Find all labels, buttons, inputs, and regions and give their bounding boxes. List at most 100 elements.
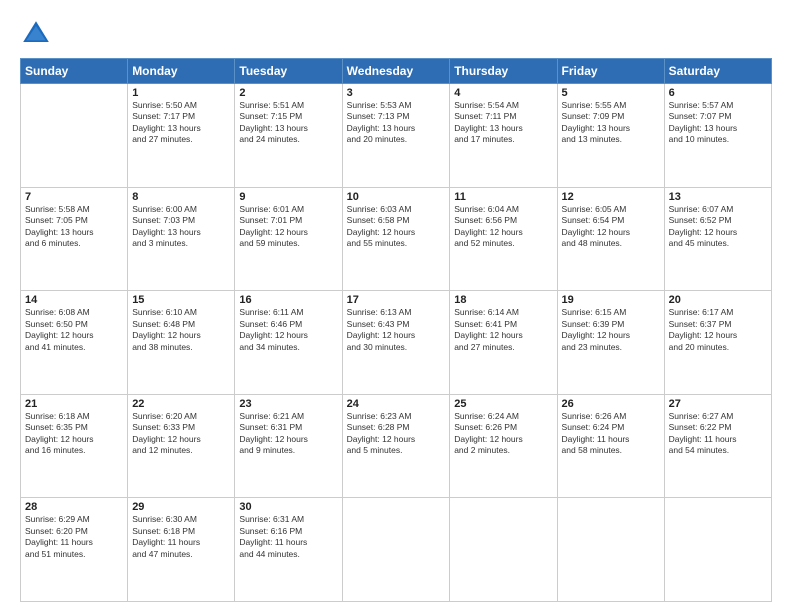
day-number: 7 (25, 191, 123, 203)
day-cell: 2Sunrise: 5:51 AMSunset: 7:15 PMDaylight… (235, 84, 342, 188)
day-number: 29 (132, 501, 230, 513)
day-info: Sunrise: 5:51 AMSunset: 7:15 PMDaylight:… (239, 100, 337, 146)
day-number: 9 (239, 191, 337, 203)
day-info: Sunrise: 6:26 AMSunset: 6:24 PMDaylight:… (562, 411, 660, 457)
day-number: 30 (239, 501, 337, 513)
day-number: 5 (562, 87, 660, 99)
week-row-4: 21Sunrise: 6:18 AMSunset: 6:35 PMDayligh… (21, 394, 772, 498)
day-info: Sunrise: 6:31 AMSunset: 6:16 PMDaylight:… (239, 514, 337, 560)
day-cell: 17Sunrise: 6:13 AMSunset: 6:43 PMDayligh… (342, 291, 450, 395)
page: SundayMondayTuesdayWednesdayThursdayFrid… (0, 0, 792, 612)
header-row: SundayMondayTuesdayWednesdayThursdayFrid… (21, 59, 772, 84)
day-info: Sunrise: 6:20 AMSunset: 6:33 PMDaylight:… (132, 411, 230, 457)
day-number: 27 (669, 398, 767, 410)
day-cell: 5Sunrise: 5:55 AMSunset: 7:09 PMDaylight… (557, 84, 664, 188)
header-cell-friday: Friday (557, 59, 664, 84)
day-cell: 6Sunrise: 5:57 AMSunset: 7:07 PMDaylight… (664, 84, 771, 188)
day-info: Sunrise: 6:21 AMSunset: 6:31 PMDaylight:… (239, 411, 337, 457)
day-number: 26 (562, 398, 660, 410)
day-info: Sunrise: 6:14 AMSunset: 6:41 PMDaylight:… (454, 307, 552, 353)
day-cell: 30Sunrise: 6:31 AMSunset: 6:16 PMDayligh… (235, 498, 342, 602)
calendar-body: 1Sunrise: 5:50 AMSunset: 7:17 PMDaylight… (21, 84, 772, 602)
day-cell: 14Sunrise: 6:08 AMSunset: 6:50 PMDayligh… (21, 291, 128, 395)
day-info: Sunrise: 6:29 AMSunset: 6:20 PMDaylight:… (25, 514, 123, 560)
day-number: 1 (132, 87, 230, 99)
day-cell: 10Sunrise: 6:03 AMSunset: 6:58 PMDayligh… (342, 187, 450, 291)
day-info: Sunrise: 6:30 AMSunset: 6:18 PMDaylight:… (132, 514, 230, 560)
week-row-1: 1Sunrise: 5:50 AMSunset: 7:17 PMDaylight… (21, 84, 772, 188)
day-cell (557, 498, 664, 602)
header-cell-monday: Monday (128, 59, 235, 84)
calendar-header: SundayMondayTuesdayWednesdayThursdayFrid… (21, 59, 772, 84)
header (20, 18, 772, 50)
day-number: 23 (239, 398, 337, 410)
day-number: 16 (239, 294, 337, 306)
header-cell-sunday: Sunday (21, 59, 128, 84)
day-info: Sunrise: 5:50 AMSunset: 7:17 PMDaylight:… (132, 100, 230, 146)
header-cell-thursday: Thursday (450, 59, 557, 84)
day-cell: 9Sunrise: 6:01 AMSunset: 7:01 PMDaylight… (235, 187, 342, 291)
day-cell: 27Sunrise: 6:27 AMSunset: 6:22 PMDayligh… (664, 394, 771, 498)
day-cell: 20Sunrise: 6:17 AMSunset: 6:37 PMDayligh… (664, 291, 771, 395)
day-cell: 19Sunrise: 6:15 AMSunset: 6:39 PMDayligh… (557, 291, 664, 395)
day-info: Sunrise: 6:13 AMSunset: 6:43 PMDaylight:… (347, 307, 446, 353)
day-number: 12 (562, 191, 660, 203)
day-number: 10 (347, 191, 446, 203)
day-cell: 3Sunrise: 5:53 AMSunset: 7:13 PMDaylight… (342, 84, 450, 188)
day-number: 21 (25, 398, 123, 410)
day-info: Sunrise: 6:10 AMSunset: 6:48 PMDaylight:… (132, 307, 230, 353)
day-number: 17 (347, 294, 446, 306)
day-number: 11 (454, 191, 552, 203)
day-info: Sunrise: 6:27 AMSunset: 6:22 PMDaylight:… (669, 411, 767, 457)
day-info: Sunrise: 6:08 AMSunset: 6:50 PMDaylight:… (25, 307, 123, 353)
day-info: Sunrise: 5:57 AMSunset: 7:07 PMDaylight:… (669, 100, 767, 146)
day-cell: 1Sunrise: 5:50 AMSunset: 7:17 PMDaylight… (128, 84, 235, 188)
day-cell: 23Sunrise: 6:21 AMSunset: 6:31 PMDayligh… (235, 394, 342, 498)
day-number: 19 (562, 294, 660, 306)
day-cell (342, 498, 450, 602)
header-cell-wednesday: Wednesday (342, 59, 450, 84)
week-row-2: 7Sunrise: 5:58 AMSunset: 7:05 PMDaylight… (21, 187, 772, 291)
day-number: 6 (669, 87, 767, 99)
day-number: 20 (669, 294, 767, 306)
day-number: 28 (25, 501, 123, 513)
day-info: Sunrise: 6:00 AMSunset: 7:03 PMDaylight:… (132, 204, 230, 250)
day-cell: 25Sunrise: 6:24 AMSunset: 6:26 PMDayligh… (450, 394, 557, 498)
day-info: Sunrise: 6:18 AMSunset: 6:35 PMDaylight:… (25, 411, 123, 457)
day-number: 3 (347, 87, 446, 99)
day-info: Sunrise: 5:53 AMSunset: 7:13 PMDaylight:… (347, 100, 446, 146)
day-number: 18 (454, 294, 552, 306)
day-cell: 15Sunrise: 6:10 AMSunset: 6:48 PMDayligh… (128, 291, 235, 395)
day-info: Sunrise: 5:55 AMSunset: 7:09 PMDaylight:… (562, 100, 660, 146)
day-info: Sunrise: 6:03 AMSunset: 6:58 PMDaylight:… (347, 204, 446, 250)
day-cell: 7Sunrise: 5:58 AMSunset: 7:05 PMDaylight… (21, 187, 128, 291)
day-cell: 28Sunrise: 6:29 AMSunset: 6:20 PMDayligh… (21, 498, 128, 602)
day-info: Sunrise: 6:04 AMSunset: 6:56 PMDaylight:… (454, 204, 552, 250)
day-number: 8 (132, 191, 230, 203)
logo (20, 18, 58, 50)
day-cell: 26Sunrise: 6:26 AMSunset: 6:24 PMDayligh… (557, 394, 664, 498)
day-number: 24 (347, 398, 446, 410)
day-info: Sunrise: 6:24 AMSunset: 6:26 PMDaylight:… (454, 411, 552, 457)
header-cell-saturday: Saturday (664, 59, 771, 84)
day-info: Sunrise: 6:17 AMSunset: 6:37 PMDaylight:… (669, 307, 767, 353)
header-cell-tuesday: Tuesday (235, 59, 342, 84)
day-cell: 29Sunrise: 6:30 AMSunset: 6:18 PMDayligh… (128, 498, 235, 602)
day-cell (450, 498, 557, 602)
day-cell: 13Sunrise: 6:07 AMSunset: 6:52 PMDayligh… (664, 187, 771, 291)
day-cell (664, 498, 771, 602)
day-cell: 12Sunrise: 6:05 AMSunset: 6:54 PMDayligh… (557, 187, 664, 291)
day-number: 25 (454, 398, 552, 410)
day-info: Sunrise: 6:23 AMSunset: 6:28 PMDaylight:… (347, 411, 446, 457)
day-info: Sunrise: 6:07 AMSunset: 6:52 PMDaylight:… (669, 204, 767, 250)
day-info: Sunrise: 6:01 AMSunset: 7:01 PMDaylight:… (239, 204, 337, 250)
logo-icon (20, 18, 52, 50)
day-number: 2 (239, 87, 337, 99)
day-cell: 11Sunrise: 6:04 AMSunset: 6:56 PMDayligh… (450, 187, 557, 291)
day-number: 14 (25, 294, 123, 306)
day-info: Sunrise: 5:54 AMSunset: 7:11 PMDaylight:… (454, 100, 552, 146)
calendar-table: SundayMondayTuesdayWednesdayThursdayFrid… (20, 58, 772, 602)
day-info: Sunrise: 6:15 AMSunset: 6:39 PMDaylight:… (562, 307, 660, 353)
day-number: 22 (132, 398, 230, 410)
day-info: Sunrise: 6:11 AMSunset: 6:46 PMDaylight:… (239, 307, 337, 353)
